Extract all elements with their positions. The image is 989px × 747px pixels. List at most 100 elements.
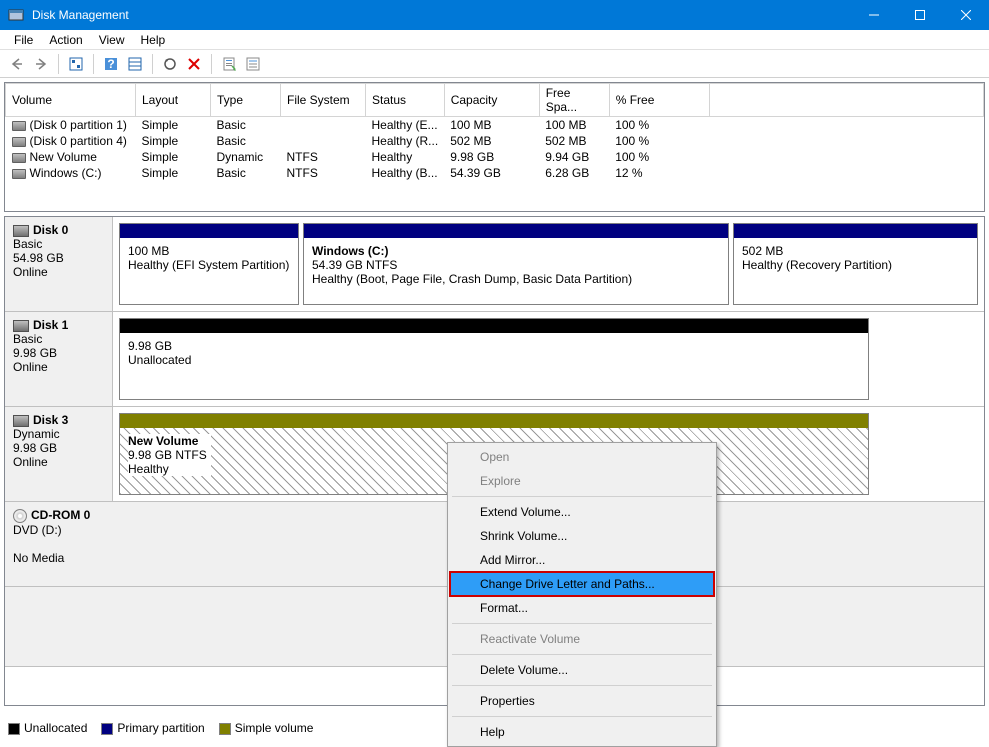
partition-title: New Volume bbox=[128, 434, 198, 448]
legend-primary: Primary partition bbox=[117, 721, 204, 735]
disk-name: Disk 1 bbox=[33, 318, 68, 332]
disk-management-icon bbox=[8, 7, 24, 23]
table-row[interactable]: (Disk 0 partition 1)SimpleBasicHealthy (… bbox=[6, 117, 984, 134]
ctx-format[interactable]: Format... bbox=[450, 596, 714, 620]
swatch-primary bbox=[101, 723, 113, 735]
disk-name: Disk 0 bbox=[33, 223, 68, 237]
table-row[interactable]: Windows (C:)SimpleBasicNTFSHealthy (B...… bbox=[6, 165, 984, 181]
disk-type: DVD (D:) bbox=[13, 523, 62, 537]
partition-size: 502 MB bbox=[742, 244, 969, 258]
ctx-explore: Explore bbox=[450, 469, 714, 493]
partition-status: Healthy (EFI System Partition) bbox=[128, 258, 290, 272]
list-button[interactable] bbox=[242, 53, 264, 75]
ctx-extend-volume[interactable]: Extend Volume... bbox=[450, 500, 714, 524]
menu-help[interactable]: Help bbox=[133, 31, 174, 49]
disk-3-label[interactable]: Disk 3 Dynamic 9.98 GB Online bbox=[5, 407, 113, 501]
col-capacity[interactable]: Capacity bbox=[444, 84, 539, 117]
toolbar: ? bbox=[0, 50, 989, 78]
swatch-unallocated bbox=[8, 723, 20, 735]
disk-size: 54.98 GB bbox=[13, 251, 64, 265]
partition-status: Healthy (Recovery Partition) bbox=[742, 258, 969, 272]
legend-simple: Simple volume bbox=[235, 721, 314, 735]
disk-size: 9.98 GB bbox=[13, 346, 57, 360]
table-row[interactable]: (Disk 0 partition 4)SimpleBasicHealthy (… bbox=[6, 133, 984, 149]
disk-0-row: Disk 0 Basic 54.98 GB Online 100 MB Heal… bbox=[5, 217, 984, 312]
ctx-change-drive-letter[interactable]: Change Drive Letter and Paths... bbox=[450, 572, 714, 596]
window-title: Disk Management bbox=[32, 8, 851, 22]
partition-size: 9.98 GB bbox=[128, 339, 860, 353]
disk-0-windows-c[interactable]: Windows (C:) 54.39 GB NTFS Healthy (Boot… bbox=[303, 223, 729, 305]
ctx-open: Open bbox=[450, 445, 714, 469]
table-row[interactable]: New VolumeSimpleDynamicNTFSHealthy9.98 G… bbox=[6, 149, 984, 165]
col-status[interactable]: Status bbox=[366, 84, 445, 117]
svg-text:?: ? bbox=[107, 57, 114, 71]
col-spacer bbox=[709, 84, 983, 117]
disk-size: 9.98 GB bbox=[13, 441, 57, 455]
col-freespace[interactable]: Free Spa... bbox=[539, 84, 609, 117]
disk-icon bbox=[13, 320, 29, 332]
ctx-reactivate-volume: Reactivate Volume bbox=[450, 627, 714, 651]
menu-file[interactable]: File bbox=[6, 31, 41, 49]
swatch-simple bbox=[219, 723, 231, 735]
properties-button[interactable] bbox=[218, 53, 240, 75]
disk-state: No Media bbox=[13, 551, 64, 565]
titlebar: Disk Management bbox=[0, 0, 989, 30]
disk-type: Basic bbox=[13, 332, 42, 346]
cdrom-icon bbox=[13, 509, 27, 523]
legend-unallocated: Unallocated bbox=[24, 721, 87, 735]
ctx-delete-volume[interactable]: Delete Volume... bbox=[450, 658, 714, 682]
volume-icon bbox=[12, 169, 26, 179]
disk-0-partition-1[interactable]: 100 MB Healthy (EFI System Partition) bbox=[119, 223, 299, 305]
maximize-button[interactable] bbox=[897, 0, 943, 30]
menubar: File Action View Help bbox=[0, 30, 989, 50]
partition-status: Unallocated bbox=[128, 353, 860, 367]
delete-button[interactable] bbox=[183, 53, 205, 75]
disk-type: Dynamic bbox=[13, 427, 60, 441]
ctx-add-mirror[interactable]: Add Mirror... bbox=[450, 548, 714, 572]
partition-title: Windows (C:) bbox=[312, 244, 389, 258]
partition-size: 9.98 GB NTFS bbox=[128, 448, 207, 462]
disk-name: Disk 3 bbox=[33, 413, 68, 427]
disk-1-label[interactable]: Disk 1 Basic 9.98 GB Online bbox=[5, 312, 113, 406]
context-menu: Open Explore Extend Volume... Shrink Vol… bbox=[447, 442, 717, 747]
table-button[interactable] bbox=[124, 53, 146, 75]
refresh-button[interactable] bbox=[159, 53, 181, 75]
close-button[interactable] bbox=[943, 0, 989, 30]
partition-size: 54.39 GB NTFS bbox=[312, 258, 720, 272]
ctx-properties[interactable]: Properties bbox=[450, 689, 714, 713]
partition-status: Healthy bbox=[128, 462, 207, 476]
disk-0-partition-4[interactable]: 502 MB Healthy (Recovery Partition) bbox=[733, 223, 978, 305]
disk-state: Online bbox=[13, 265, 48, 279]
settings-button[interactable] bbox=[65, 53, 87, 75]
disk-1-row: Disk 1 Basic 9.98 GB Online 9.98 GB Unal… bbox=[5, 312, 984, 407]
disk-type: Basic bbox=[13, 237, 42, 251]
partition-size: 100 MB bbox=[128, 244, 290, 258]
partition-status: Healthy (Boot, Page File, Crash Dump, Ba… bbox=[312, 272, 720, 286]
disk-state: Online bbox=[13, 455, 48, 469]
menu-view[interactable]: View bbox=[91, 31, 133, 49]
disk-icon bbox=[13, 225, 29, 237]
volume-icon bbox=[12, 121, 26, 131]
disk-name: CD-ROM 0 bbox=[31, 508, 90, 522]
disk-state: Online bbox=[13, 360, 48, 374]
ctx-help[interactable]: Help bbox=[450, 720, 714, 744]
col-type[interactable]: Type bbox=[211, 84, 281, 117]
col-layout[interactable]: Layout bbox=[136, 84, 211, 117]
volume-table: Volume Layout Type File System Status Ca… bbox=[5, 83, 984, 181]
legend: Unallocated Primary partition Simple vol… bbox=[8, 721, 313, 735]
ctx-shrink-volume[interactable]: Shrink Volume... bbox=[450, 524, 714, 548]
minimize-button[interactable] bbox=[851, 0, 897, 30]
volume-icon bbox=[12, 137, 26, 147]
back-button[interactable] bbox=[6, 53, 28, 75]
col-filesystem[interactable]: File System bbox=[281, 84, 366, 117]
volume-icon bbox=[12, 153, 26, 163]
menu-action[interactable]: Action bbox=[41, 31, 90, 49]
col-pctfree[interactable]: % Free bbox=[609, 84, 709, 117]
disk-0-label[interactable]: Disk 0 Basic 54.98 GB Online bbox=[5, 217, 113, 311]
disk-1-unallocated[interactable]: 9.98 GB Unallocated bbox=[119, 318, 869, 400]
forward-button[interactable] bbox=[30, 53, 52, 75]
col-volume[interactable]: Volume bbox=[6, 84, 136, 117]
volume-list-pane: Volume Layout Type File System Status Ca… bbox=[4, 82, 985, 212]
disk-icon bbox=[13, 415, 29, 427]
help-button[interactable]: ? bbox=[100, 53, 122, 75]
